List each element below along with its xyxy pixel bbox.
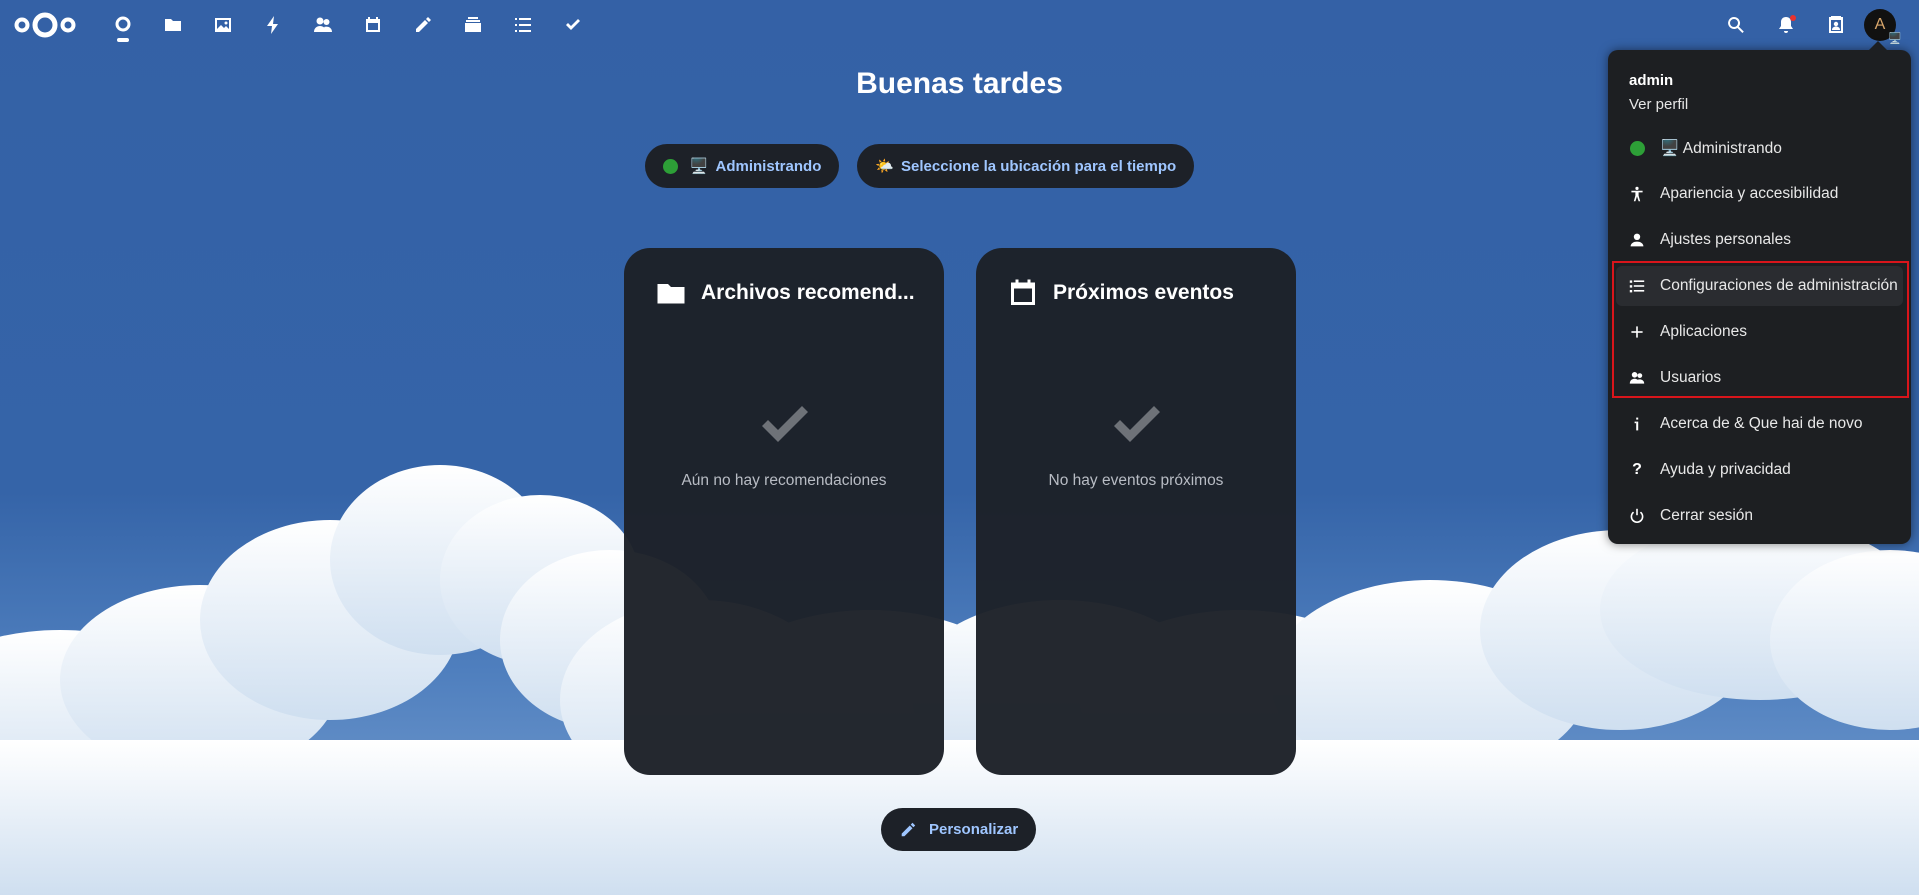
dashboard-icon [115, 16, 131, 32]
app-dashboard[interactable] [98, 0, 148, 50]
status-button[interactable]: 🖥️ Administrando [644, 144, 840, 188]
empty-message: Aún no hay recomendaciones [681, 472, 887, 489]
pencil-icon [901, 822, 916, 836]
user-icon [1627, 230, 1647, 250]
status-pills: 🖥️ Administrando 🌤️ Seleccione la ubicac… [0, 144, 1879, 188]
power-icon [1627, 506, 1647, 526]
help-icon: ? [1632, 461, 1642, 478]
weather-label: Seleccione la ubicación para el tiempo [901, 157, 1177, 175]
weather-icon: 🌤️ [875, 158, 895, 175]
calendar-icon [1011, 279, 1035, 305]
checkmark-icon [762, 406, 808, 442]
deck-icon [465, 17, 481, 32]
menu-item-label: Ayuda y privacidad [1660, 461, 1791, 478]
header-right: A 🖥️ [1711, 0, 1919, 50]
status-emoji-icon: 🖥️ [1888, 33, 1902, 45]
menu-item-help[interactable]: ? Ayuda y privacidad [1616, 450, 1903, 490]
menu-item-about[interactable]: Acerca de & Que hai de novo [1616, 404, 1903, 444]
app-calendar[interactable] [348, 0, 398, 50]
view-profile-link[interactable]: Ver perfil [1629, 96, 1688, 113]
notes-icon [416, 17, 431, 32]
app-activity[interactable] [248, 0, 298, 50]
widget-title: Archivos recomend... [701, 281, 915, 304]
menu-item-label: Ajustes personales [1660, 231, 1791, 248]
notification-dot [1790, 15, 1796, 21]
menu-item-personal-settings[interactable]: Ajustes personales [1616, 220, 1903, 260]
app-photos[interactable] [198, 0, 248, 50]
nextcloud-logo[interactable] [14, 10, 76, 40]
search-button[interactable] [1711, 0, 1761, 50]
calendar-icon [366, 17, 380, 32]
upcoming-events-widget: Próximos eventos No hay eventos próximos [976, 248, 1296, 775]
contacts-icon [314, 17, 332, 32]
info-icon [1627, 414, 1647, 434]
contacts-book-icon [1829, 16, 1843, 33]
widget-title: Próximos eventos [1053, 281, 1234, 304]
widget-header[interactable]: Próximos eventos [1008, 278, 1234, 308]
app-checklist[interactable] [548, 0, 598, 50]
activity-icon [267, 16, 278, 34]
user-avatar[interactable]: A 🖥️ [1864, 9, 1902, 45]
online-status-icon [662, 158, 678, 174]
menu-item-label: Acerca de & Que hai de novo [1660, 415, 1863, 432]
app-deck[interactable] [448, 0, 498, 50]
menu-item-appearance[interactable]: Apariencia y accesibilidad [1616, 174, 1903, 214]
menu-item-label: Cerrar sesión [1660, 507, 1754, 524]
checkmark-icon [1114, 406, 1160, 442]
files-icon [165, 19, 181, 31]
status-label: Administrando [715, 157, 822, 175]
menu-item-label: Apariencia y accesibilidad [1660, 185, 1839, 202]
customize-label: Personalizar [929, 821, 1019, 838]
menu-item-status[interactable]: 🖥️ Administrando [1616, 128, 1903, 168]
widget-header[interactable]: Archivos recomend... [656, 278, 915, 308]
app-contacts[interactable] [298, 0, 348, 50]
contacts-menu-button[interactable] [1811, 0, 1861, 50]
menu-item-logout[interactable]: Cerrar sesión [1616, 496, 1903, 536]
menu-username: admin [1629, 72, 1674, 89]
app-tasks[interactable] [498, 0, 548, 50]
notifications-button[interactable] [1761, 0, 1811, 50]
top-header: A 🖥️ [0, 0, 1919, 50]
search-icon [1728, 17, 1744, 33]
online-status-icon [1627, 138, 1647, 158]
app-files[interactable] [148, 0, 198, 50]
empty-message: No hay eventos próximos [1048, 472, 1224, 489]
folder-icon [657, 284, 685, 304]
check-icon [566, 19, 580, 30]
computer-icon: 🖥️ [689, 158, 709, 175]
tasks-list-icon [515, 18, 531, 32]
menu-item-label: 🖥️ Administrando [1660, 139, 1782, 157]
app-menu [98, 0, 598, 50]
recommended-files-widget: Archivos recomend... Aún no hay recomend… [624, 248, 944, 775]
weather-button[interactable]: 🌤️ Seleccione la ubicación para el tiemp… [857, 144, 1195, 188]
app-notes[interactable] [398, 0, 448, 50]
accessibility-icon [1627, 184, 1647, 204]
highlight-box [1612, 261, 1909, 398]
avatar-letter: A [1874, 16, 1886, 33]
photos-icon [215, 18, 231, 32]
customize-button[interactable]: Personalizar [881, 808, 1037, 851]
